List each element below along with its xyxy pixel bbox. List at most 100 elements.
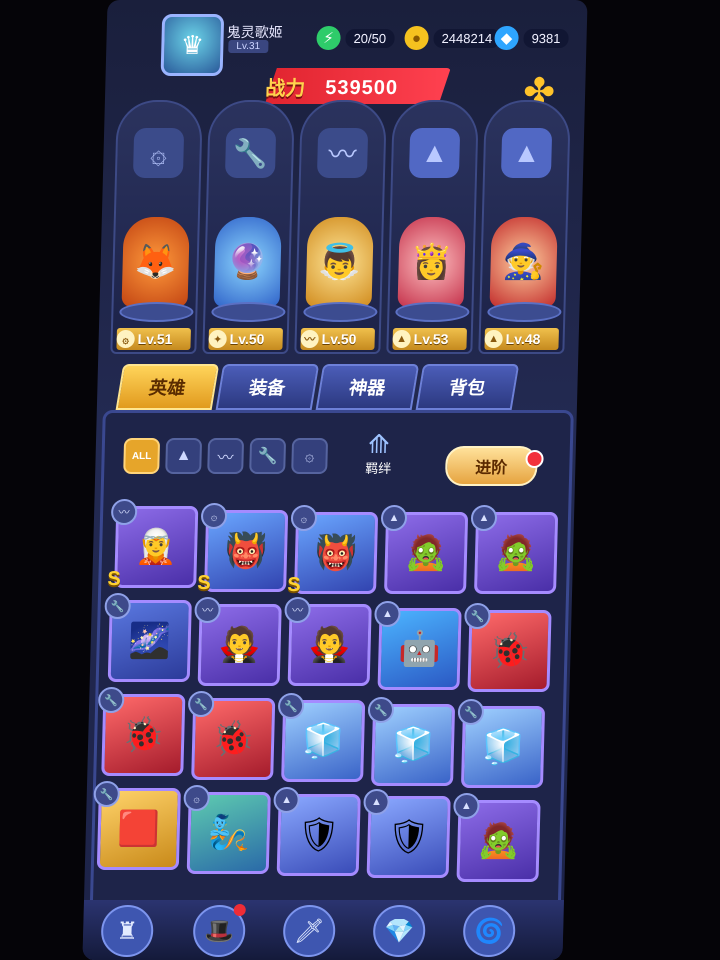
wing-class-icon: 〰 [300, 330, 319, 348]
team-slot-4[interactable]: ▲ 👸 ▲ Lv.53 [386, 100, 479, 354]
hero-card[interactable]: 🐞 🔧 [97, 687, 186, 776]
wrench-class-icon: 🔧 [457, 699, 485, 725]
hero-card[interactable]: 🐞 🔧 [187, 691, 276, 780]
red-queen-hero: 👸 [397, 217, 466, 307]
hero-card[interactable]: 🌌 🔧 [104, 593, 192, 682]
hero-level: Lv.53 [413, 331, 449, 347]
advance-button[interactable]: 进阶 [444, 446, 538, 486]
wing-class-icon: 〰 [194, 597, 221, 623]
pedestal [303, 302, 378, 322]
gold-resource[interactable]: ● 2448214 [404, 26, 501, 50]
hero-card[interactable]: 🐞 🔧 [464, 603, 552, 692]
wrench-class-icon: 🔧 [464, 603, 491, 629]
diamond-value: 9381 [523, 28, 569, 48]
combat-power-label: 战力 [264, 78, 306, 100]
gold-value: 2448214 [433, 28, 501, 48]
pedestal [119, 302, 194, 322]
player-level: Lv.31 [228, 40, 269, 53]
hero-card[interactable]: 🧟 ▲ [380, 505, 469, 594]
hero-card[interactable]: 🧛 〰 [194, 597, 282, 686]
hero-card[interactable]: 🧊 🔧 [277, 693, 366, 782]
hero-card[interactable]: 🧟 ▲ [470, 505, 559, 594]
filter-mountain-icon[interactable]: ▲ [165, 438, 203, 474]
hero-card[interactable]: 🤖 ▲ [374, 601, 462, 690]
flame-fox-hero: 🦊 [121, 217, 190, 307]
mountain-class-icon: ▲ [380, 505, 408, 531]
filter-all[interactable]: ALL [123, 438, 161, 474]
bond-icon: ⟰ [367, 429, 391, 459]
hero-card[interactable]: 👹 ۞ S [287, 505, 379, 596]
energy-icon: ⚡ [316, 26, 341, 50]
wing-class-icon: 〰 [284, 597, 311, 623]
winged-priestess-hero: 👼 [305, 217, 374, 307]
hero-level-badge: 〰 Lv.50 [300, 328, 375, 350]
hero-level: Lv.51 [137, 331, 173, 347]
mountain-class-icon: ▲ [273, 787, 300, 813]
tab-artifacts[interactable]: 神器 [315, 364, 420, 410]
tab-equipment[interactable]: 装备 [215, 364, 320, 410]
wing-class-icon: 〰 [110, 499, 138, 525]
hero-card[interactable]: 👹 ۞ S [197, 503, 289, 594]
hero-level-badge: ▲ Lv.48 [484, 328, 559, 350]
rank-s-badge: S [197, 572, 211, 594]
mountain-class-icon: ▲ [484, 330, 503, 348]
wrench-class-icon: 🔧 [187, 691, 215, 717]
wrench-class-icon: 🔧 [93, 781, 121, 807]
rank-s-badge: S [107, 568, 122, 590]
mountain-emblem-icon: ▲ [408, 128, 461, 178]
wrench-class-icon: 🔧 [97, 687, 125, 713]
rank-s-badge: S [286, 574, 301, 596]
mountain-class-icon: ▲ [363, 789, 390, 815]
filter-wrench-icon[interactable]: 🔧 [249, 438, 287, 474]
top-bar: ♛ 鬼灵歌姬 Lv.31 ⚡ 20/50 ● 2448214 ◆ 9381 [106, 0, 588, 76]
spiral-class-icon: ۞ [290, 505, 318, 531]
hero-card[interactable]: 🧟 ▲ [453, 793, 541, 882]
wrench-emblem-icon: 🔧 [224, 128, 277, 178]
pedestal [395, 302, 470, 322]
hero-card[interactable]: 🧞 ۞ [183, 785, 271, 874]
team-slot-1[interactable]: ۞ 🦊 ۞ Lv.51 [110, 100, 203, 354]
orb-mage-hero: 🔮 [213, 217, 282, 307]
energy-value: 20/50 [345, 28, 395, 48]
pedestal [211, 302, 286, 322]
wrench-class-icon: ✦ [208, 330, 227, 348]
hero-card[interactable]: 🟥 🔧 [93, 781, 181, 870]
mountain-class-icon: ▲ [453, 793, 480, 819]
energy-resource[interactable]: ⚡ 20/50 [316, 26, 395, 50]
hero-card[interactable]: 🛡 ▲ [363, 789, 451, 878]
hero-level: Lv.50 [229, 331, 265, 347]
hero-card[interactable]: 🧝 〰 S [107, 499, 199, 590]
hero-card[interactable]: 🧊 🔧 [457, 699, 546, 788]
spiral-class-icon: ۞ [183, 785, 211, 811]
hero-level: Lv.48 [505, 331, 541, 347]
bond-button[interactable]: ⟰ 羁绊 [345, 429, 412, 486]
team-slot-2[interactable]: 🔧 🔮 ✦ Lv.50 [202, 100, 295, 354]
team-slot-5[interactable]: ▲ 🧙 ▲ Lv.48 [478, 100, 571, 354]
hero-card[interactable]: 🧊 🔧 [367, 697, 456, 786]
game-screen: ♛ 鬼灵歌姬 Lv.31 ⚡ 20/50 ● 2448214 ◆ 9381 战力… [82, 0, 588, 960]
mountain-emblem-icon: ▲ [500, 128, 553, 178]
hero-card[interactable]: 🧛 〰 [284, 597, 372, 686]
hero-level: Lv.50 [321, 331, 357, 347]
player-avatar[interactable]: ♛ [160, 14, 225, 76]
filter-spiral-icon[interactable]: ۞ [291, 438, 329, 474]
gold-coin-icon: ● [404, 26, 429, 50]
hero-card[interactable]: 🛡 ▲ [273, 787, 361, 876]
wrench-class-icon: 🔧 [104, 593, 132, 619]
filter-wing-icon[interactable]: 〰 [207, 438, 245, 474]
mountain-class-icon: ▲ [392, 330, 411, 348]
wing-emblem-icon: 〰 [316, 128, 369, 178]
spiral-class-icon: ۞ [116, 330, 135, 348]
tab-heroes[interactable]: 英雄 [115, 364, 220, 410]
wrench-class-icon: 🔧 [277, 693, 305, 719]
pedestal [487, 302, 562, 322]
team-slot-3[interactable]: 〰 👼 〰 Lv.50 [294, 100, 387, 354]
mountain-class-icon: ▲ [470, 505, 498, 531]
hero-level-badge: ✦ Lv.50 [208, 328, 283, 350]
fire-mage-hero: 🧙 [489, 217, 558, 307]
hero-level-badge: ▲ Lv.53 [392, 328, 467, 350]
player-name: 鬼灵歌姬 [226, 24, 283, 40]
diamond-resource[interactable]: ◆ 9381 [494, 26, 569, 50]
wrench-class-icon: 🔧 [367, 697, 395, 723]
tab-backpack[interactable]: 背包 [415, 364, 520, 410]
